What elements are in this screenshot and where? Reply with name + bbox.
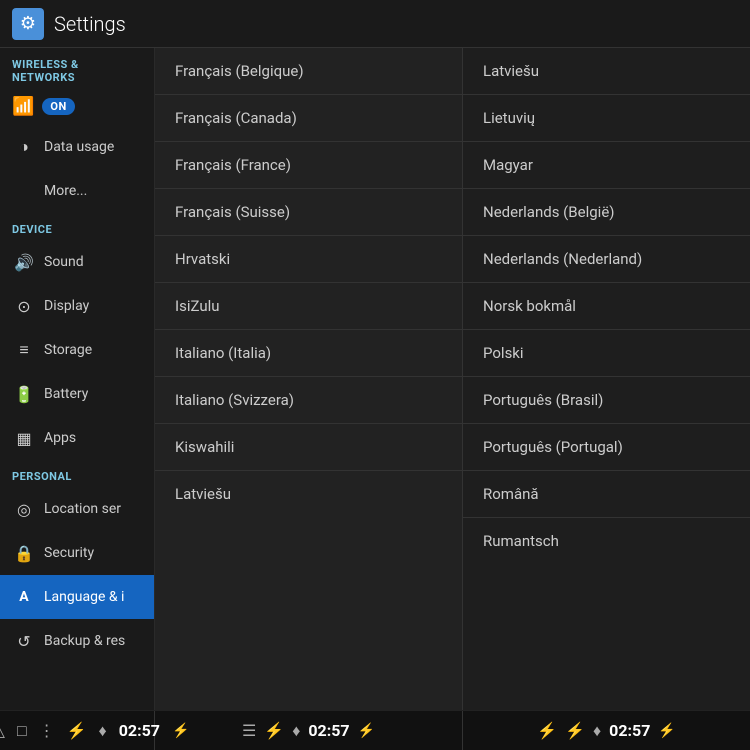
main-content: WIRELESS &NETWORKS 📶 ON ◑ Data usage Mor…	[0, 48, 750, 710]
list-item[interactable]: Magyar	[463, 142, 750, 189]
backup-label: Backup & res	[44, 633, 125, 649]
sidebar-item-language[interactable]: A Language & i	[0, 575, 154, 619]
wifi-toggle[interactable]: ON	[42, 98, 74, 115]
list-item[interactable]: Latviešu	[155, 471, 462, 517]
sidebar-item-wifi[interactable]: 📶 ON	[0, 88, 154, 125]
middle-face-icon: ♦	[292, 721, 300, 741]
section-label-personal: PERSONAL	[0, 460, 154, 487]
settings-icon: ⚙	[12, 8, 44, 40]
list-item[interactable]: Français (Canada)	[155, 95, 462, 142]
middle-menu-icon[interactable]: ☰	[242, 721, 256, 740]
status-time-middle: 02:57	[308, 721, 349, 740]
data-usage-label: Data usage	[44, 139, 114, 155]
apps-label: Apps	[44, 430, 76, 446]
sidebar-item-more[interactable]: More...	[0, 169, 154, 213]
battery-icon: 🔋	[12, 382, 36, 406]
sidebar-item-security[interactable]: 🔒 Security	[0, 531, 154, 575]
status-right: ⚡ ⚡ ♦ 02:57 ⚡	[463, 721, 750, 741]
language-icon: A	[12, 585, 36, 609]
wifi-icon: 📶	[12, 96, 34, 117]
display-icon: ⊙	[12, 294, 36, 318]
display-label: Display	[44, 298, 89, 314]
battery-status-right: ⚡	[658, 723, 675, 739]
sound-label: Sound	[44, 254, 84, 270]
list-item[interactable]: Nederlands (Nederland)	[463, 236, 750, 283]
sidebar-item-backup[interactable]: ↺ Backup & res	[0, 619, 154, 663]
home-icon[interactable]: △	[0, 721, 5, 740]
list-item[interactable]: Português (Portugal)	[463, 424, 750, 471]
location-icon: ◎	[12, 497, 36, 521]
section-label-device: DEVICE	[0, 213, 154, 240]
status-time-left: 02:57	[119, 721, 160, 740]
recents-icon[interactable]: □	[17, 721, 27, 741]
list-item[interactable]: IsiZulu	[155, 283, 462, 330]
page-title: Settings	[54, 12, 126, 36]
storage-label: Storage	[44, 342, 92, 358]
more-icon	[12, 179, 36, 203]
list-item[interactable]: Français (Belgique)	[155, 48, 462, 95]
battery-status-middle: ⚡	[358, 723, 375, 739]
sound-icon: 🔊	[12, 250, 36, 274]
sidebar-item-location[interactable]: ◎ Location ser	[0, 487, 154, 531]
list-item[interactable]: Italiano (Svizzera)	[155, 377, 462, 424]
list-item[interactable]: Português (Brasil)	[463, 377, 750, 424]
list-item[interactable]: Nederlands (België)	[463, 189, 750, 236]
right-panel: Latviešu Lietuvių Magyar Nederlands (Bel…	[463, 48, 750, 710]
list-item[interactable]: Français (France)	[155, 142, 462, 189]
sidebar-item-storage[interactable]: ≡ Storage	[0, 328, 154, 372]
sidebar-item-data-usage[interactable]: ◑ Data usage	[0, 125, 154, 169]
list-item[interactable]: Latviešu	[463, 48, 750, 95]
list-item[interactable]: Kiswahili	[155, 424, 462, 471]
middle-usb-icon: ⚡	[264, 721, 284, 740]
list-item[interactable]: Lietuvių	[463, 95, 750, 142]
sidebar-item-apps[interactable]: ▦ Apps	[0, 416, 154, 460]
data-usage-icon: ◑	[12, 135, 36, 159]
battery-label: Battery	[44, 386, 88, 402]
usb-icon: ⚡	[67, 721, 87, 740]
section-label-wireless: WIRELESS &NETWORKS	[0, 48, 154, 88]
list-item[interactable]: Polski	[463, 330, 750, 377]
security-icon: 🔒	[12, 541, 36, 565]
status-left: ← △ □ ⋮ ⚡ ♦ 02:57 ⚡	[0, 711, 155, 750]
menu-icon[interactable]: ⋮	[39, 721, 55, 740]
list-item[interactable]: Rumantsch	[463, 518, 750, 564]
list-item[interactable]: Norsk bokmål	[463, 283, 750, 330]
sidebar-item-battery[interactable]: 🔋 Battery	[0, 372, 154, 416]
status-middle: ☰ ⚡ ♦ 02:57 ⚡	[155, 711, 463, 750]
sidebar: WIRELESS &NETWORKS 📶 ON ◑ Data usage Mor…	[0, 48, 155, 710]
status-time-right: 02:57	[609, 721, 650, 740]
right-face-icon: ♦	[593, 721, 601, 741]
status-bar: ← △ □ ⋮ ⚡ ♦ 02:57 ⚡ ☰ ⚡ ♦ 02:57 ⚡ ⚡ ⚡ ♦ …	[0, 710, 750, 750]
backup-icon: ↺	[12, 629, 36, 653]
list-item[interactable]: Hrvatski	[155, 236, 462, 283]
middle-panel: Français (Belgique) Français (Canada) Fr…	[155, 48, 463, 710]
top-bar: ⚙ Settings	[0, 0, 750, 48]
sidebar-item-display[interactable]: ⊙ Display	[0, 284, 154, 328]
sidebar-item-sound[interactable]: 🔊 Sound	[0, 240, 154, 284]
apps-icon: ▦	[12, 426, 36, 450]
list-item[interactable]: Français (Suisse)	[155, 189, 462, 236]
security-label: Security	[44, 545, 94, 561]
more-label: More...	[44, 183, 87, 199]
location-label: Location ser	[44, 501, 121, 517]
language-label: Language & i	[44, 589, 124, 605]
faceunlock-icon: ♦	[99, 721, 107, 741]
right-usb-icon: ⚡	[565, 721, 585, 740]
list-item[interactable]: Română	[463, 471, 750, 518]
storage-icon: ≡	[12, 338, 36, 362]
right-menu-icon[interactable]: ⚡	[537, 721, 557, 740]
list-item[interactable]: Italiano (Italia)	[155, 330, 462, 377]
